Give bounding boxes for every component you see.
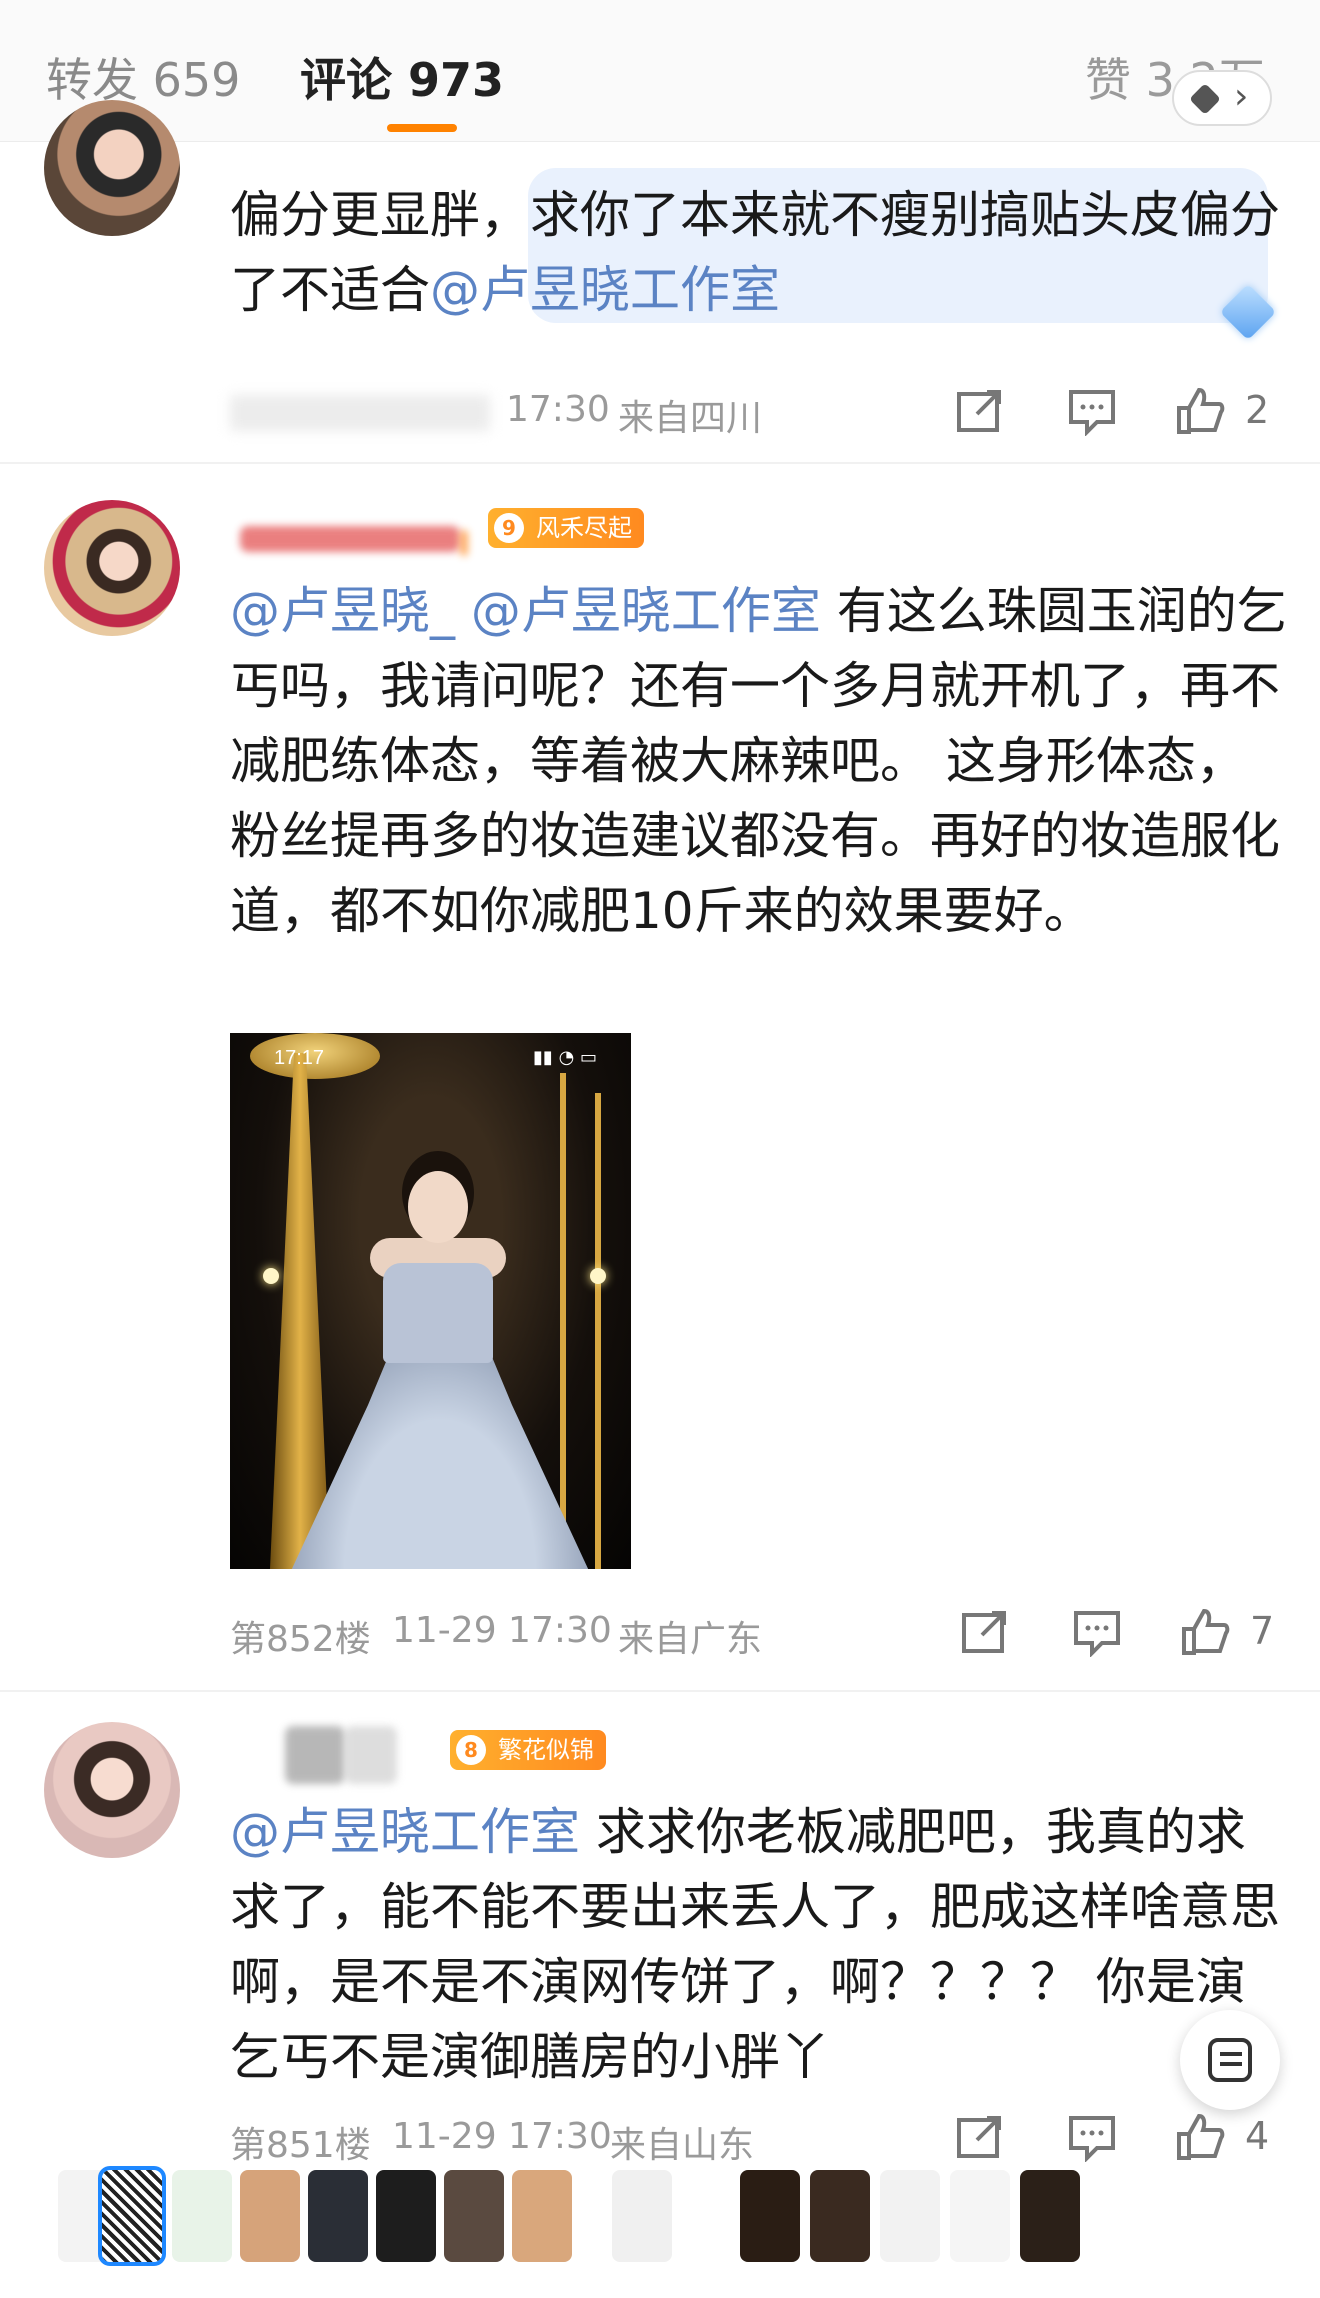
scan-text-button[interactable]	[1180, 2010, 1280, 2110]
comment-location: 来自四川	[618, 398, 763, 439]
comment-text: @卢昱晓工作室 求求你老板减肥吧，我真的求求了，能不能不要出来丢人了，肥成这样啥…	[230, 1795, 1290, 2095]
like-icon[interactable]	[1180, 1607, 1230, 1657]
mention-link[interactable]: @卢昱晓工作室	[230, 1803, 580, 1861]
thumbnail[interactable]	[1020, 2170, 1080, 2262]
badge-level: 9	[494, 513, 524, 543]
cube-icon	[1189, 83, 1221, 115]
badge-name: 风禾尽起	[536, 514, 632, 542]
comment-text: @卢昱晓_ @卢昱晓工作室 有这么珠圆玉润的乞丐吗，我请问呢？还有一个多月就开机…	[230, 574, 1290, 949]
thumbnail[interactable]	[950, 2170, 1010, 2262]
thumbnail[interactable]	[810, 2170, 870, 2262]
gown-bodice	[383, 1263, 493, 1363]
thumbnail[interactable]	[512, 2170, 572, 2262]
thumbnail[interactable]	[612, 2170, 672, 2262]
like-icon[interactable]	[1175, 2112, 1225, 2162]
mention-link[interactable]: @卢昱晓_	[230, 582, 455, 640]
like-icon[interactable]	[1175, 386, 1225, 436]
tab-repost[interactable]: 转发 659	[46, 44, 240, 110]
stage-lamp	[590, 1268, 606, 1284]
stage-pole	[560, 1073, 566, 1569]
tab-comment[interactable]: 评论 973	[300, 44, 504, 110]
chevron-right-icon: ›	[1234, 76, 1249, 117]
comment-photo[interactable]: 17:17 ▮▮ ◔ ▭	[230, 1033, 631, 1569]
thumbnail[interactable]	[308, 2170, 368, 2262]
comment-icon[interactable]	[1067, 386, 1117, 436]
thumbnail[interactable]	[740, 2170, 800, 2262]
comment-location: 来自广东	[618, 1619, 763, 1660]
like-count: 7	[1250, 1609, 1275, 1653]
username-blurred	[460, 530, 468, 556]
gown-skirt	[290, 1333, 590, 1569]
trophy-pillar	[270, 1053, 330, 1569]
username-blurred[interactable]	[240, 526, 460, 552]
share-icon[interactable]	[955, 386, 1005, 436]
comment-icon[interactable]	[1072, 1607, 1122, 1657]
share-icon[interactable]	[955, 2112, 1005, 2162]
avatar[interactable]	[44, 500, 180, 636]
scan-text-icon	[1208, 2038, 1252, 2082]
like-count: 2	[1245, 388, 1270, 432]
scan-line	[1220, 2052, 1242, 2056]
avatar[interactable]	[44, 100, 180, 236]
mention-link[interactable]: @卢昱晓工作室	[430, 261, 780, 319]
thumbnail[interactable]	[880, 2170, 940, 2262]
comment-date: 11-29 17:30	[392, 2116, 612, 2157]
comment-date: 11-29 17:30	[392, 1610, 612, 1651]
fan-badge: 9 风禾尽起	[488, 508, 644, 548]
thumbnail-selected[interactable]	[98, 2166, 166, 2266]
divider	[0, 462, 1320, 464]
comment-text: 偏分更显胖，求你了本来就不瘦别搞贴头皮偏分了不适合@卢昱晓工作室	[230, 178, 1290, 328]
comment-floor: 第851楼	[230, 2125, 371, 2166]
badge-level: 8	[456, 1735, 486, 1765]
badge-name: 繁花似锦	[498, 1736, 594, 1764]
stage-lamp	[263, 1268, 279, 1284]
photo-status-time: 17:17	[274, 1047, 325, 1069]
photo-status-icons: ▮▮ ◔ ▭	[533, 1047, 597, 1068]
comment-floor: 第852楼	[230, 1619, 371, 1660]
fan-badge: 8 繁花似锦	[450, 1730, 606, 1770]
comment-time: 17:30	[506, 389, 610, 430]
mention-link[interactable]: @卢昱晓工作室	[471, 582, 821, 640]
floating-window-button[interactable]: ›	[1172, 70, 1272, 126]
divider	[0, 1690, 1320, 1692]
tab-bar: 转发 659 评论 973 赞 3.2万 ›	[0, 0, 1320, 142]
share-icon[interactable]	[960, 1607, 1010, 1657]
username-blurred	[345, 1726, 397, 1784]
avatar[interactable]	[44, 1722, 180, 1858]
scan-line	[1220, 2062, 1242, 2066]
thumbnail[interactable]	[172, 2170, 232, 2262]
figure-head	[408, 1171, 468, 1243]
comment-icon[interactable]	[1067, 2112, 1117, 2162]
like-count: 4	[1245, 2114, 1270, 2158]
blurred-floor	[230, 395, 490, 431]
thumbnail[interactable]	[240, 2170, 300, 2262]
thumbnail[interactable]	[444, 2170, 504, 2262]
stage-pole	[595, 1093, 601, 1569]
active-tab-indicator	[387, 124, 457, 132]
comment-location: 来自山东	[610, 2125, 755, 2166]
username-blurred[interactable]	[285, 1726, 345, 1784]
thumbnail[interactable]	[376, 2170, 436, 2262]
